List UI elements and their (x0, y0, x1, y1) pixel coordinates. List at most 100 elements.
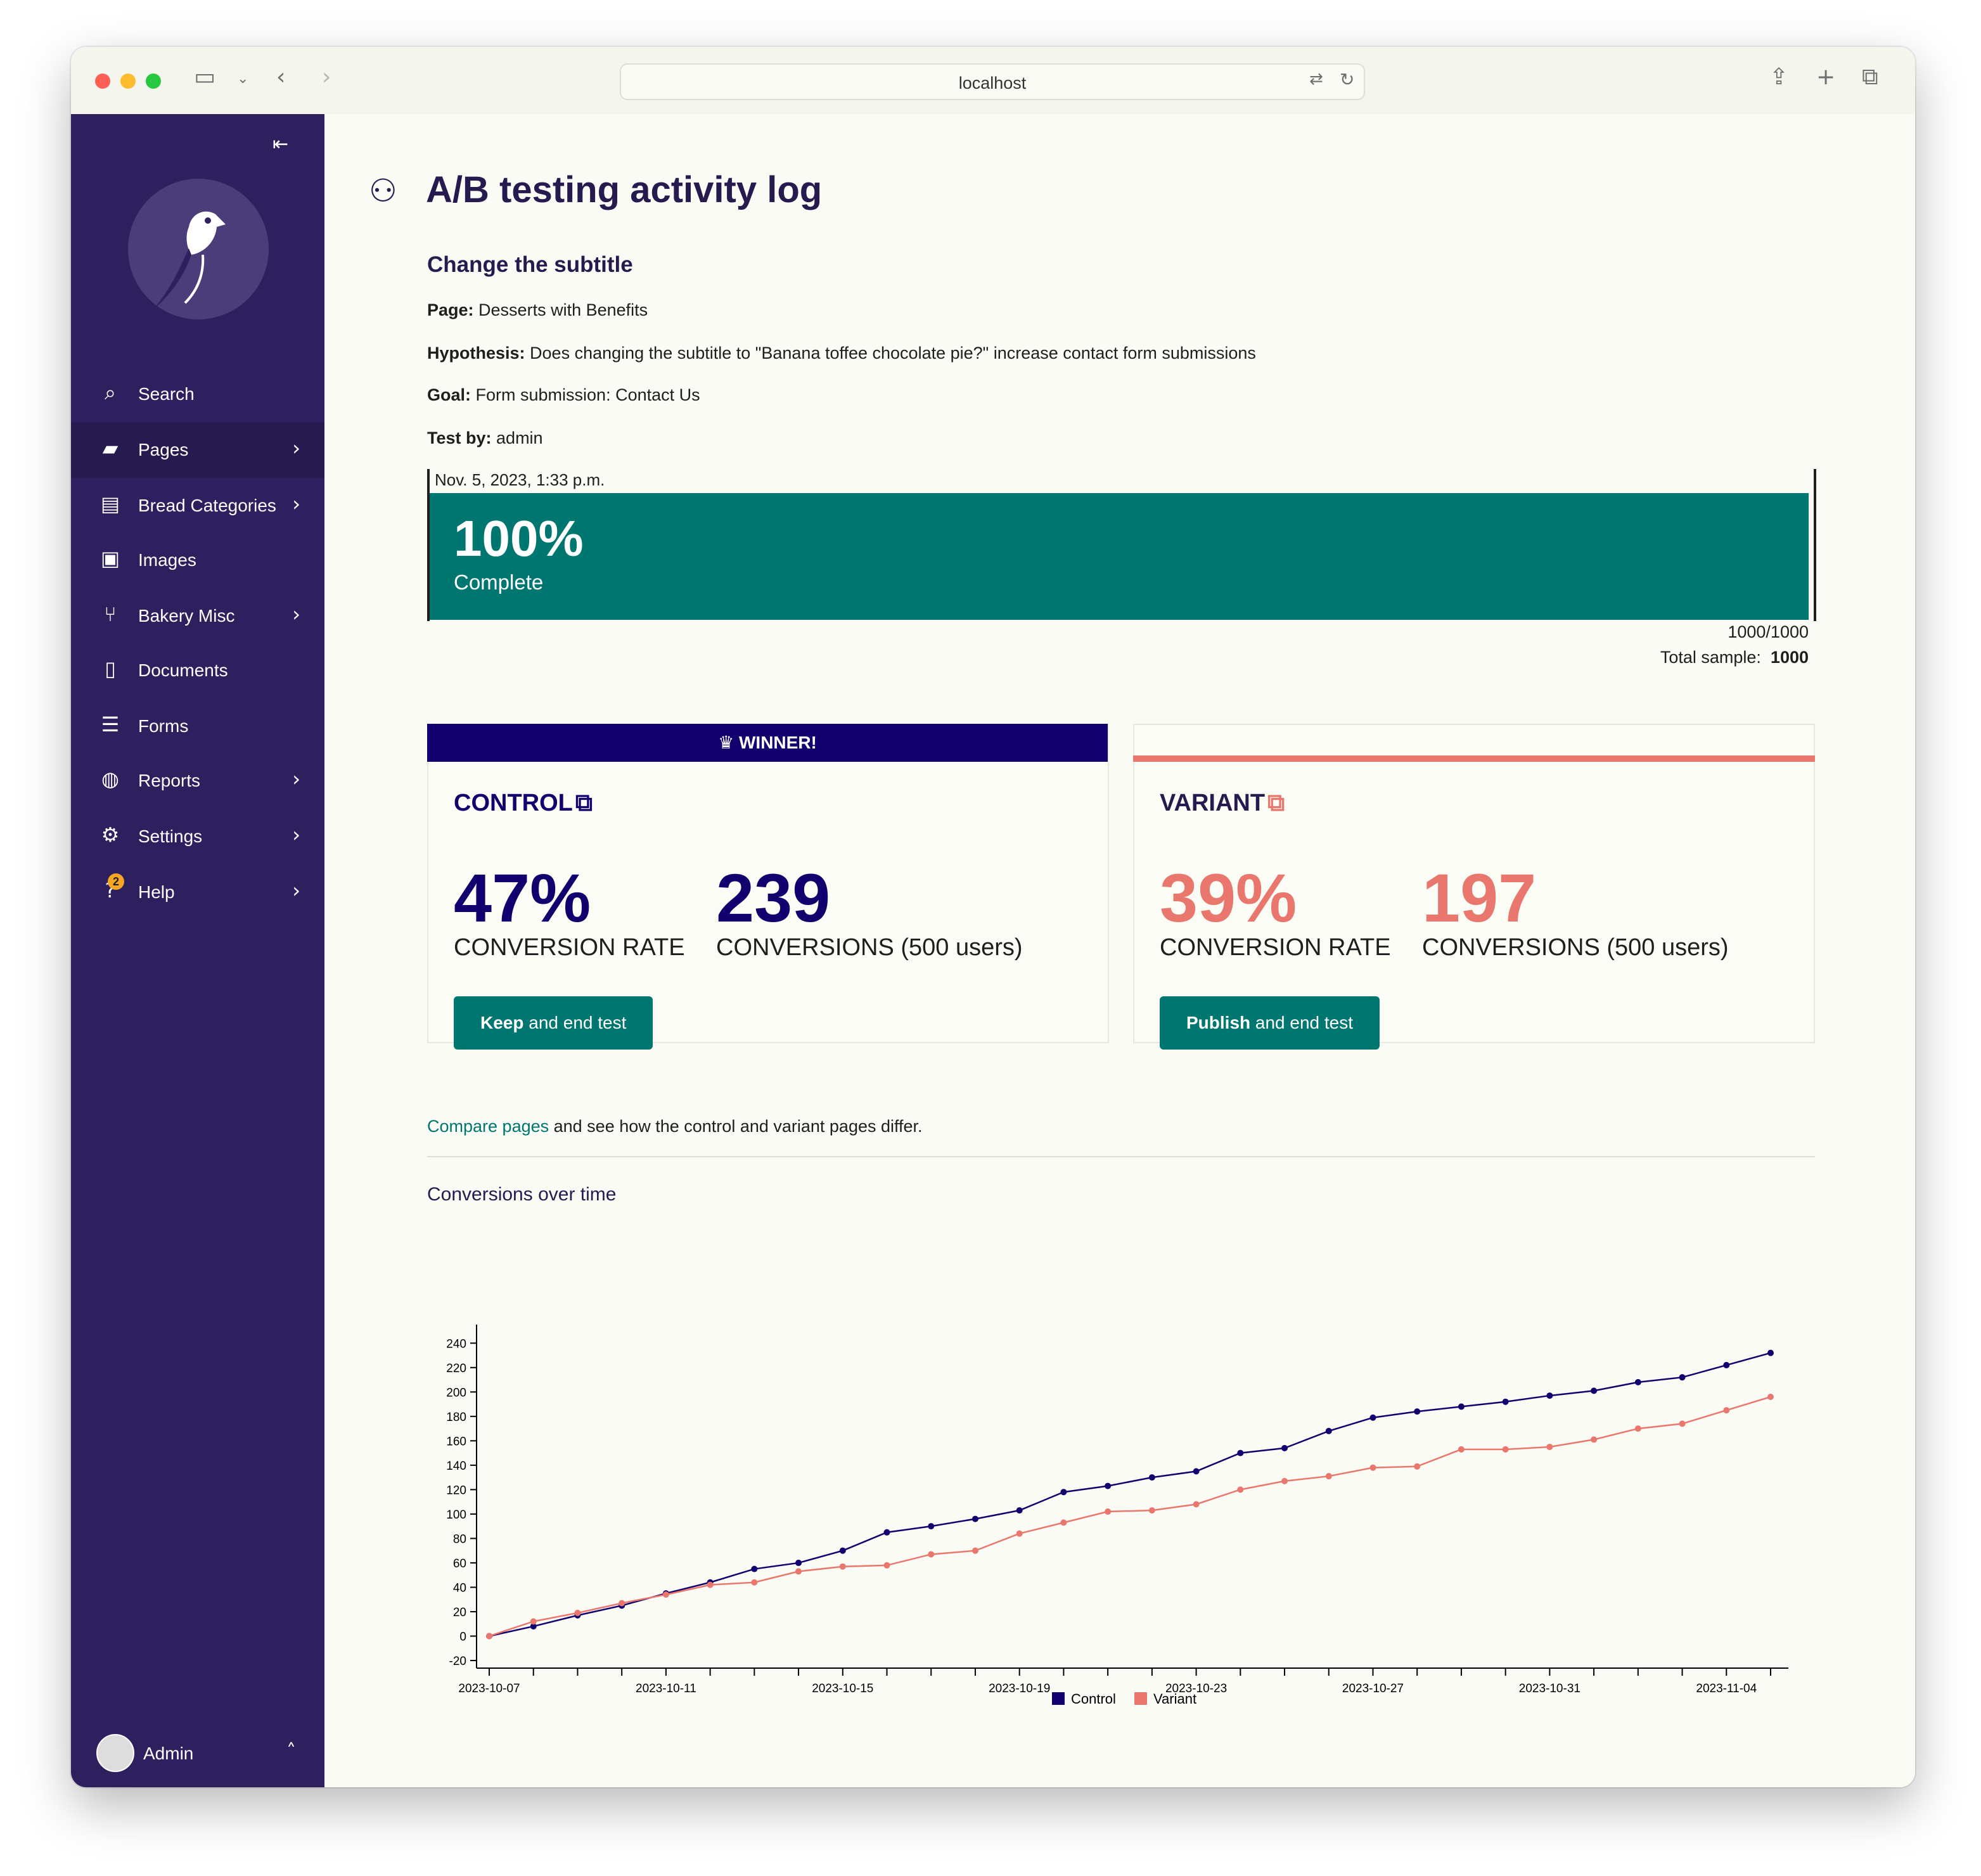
help-notification-badge: 2 (108, 873, 124, 890)
sidebar-item-settings[interactable]: ⚙ Settings › (71, 809, 324, 864)
data-point-control (971, 1515, 978, 1522)
collapse-sidebar-icon[interactable]: ⇤ (272, 133, 288, 155)
x-tick-label: 2023-10-07 (458, 1682, 520, 1695)
data-point-control (795, 1559, 802, 1566)
data-point-variant (1502, 1446, 1509, 1453)
meta-goal: Goal: Form submission: Contact Us (427, 385, 700, 405)
data-point-control (883, 1529, 890, 1536)
data-point-control (1016, 1507, 1023, 1514)
data-point-variant (928, 1551, 935, 1558)
chevron-right-icon: › (292, 823, 300, 847)
y-tick-label: 180 (446, 1411, 466, 1424)
x-tick-label: 2023-10-11 (636, 1682, 696, 1695)
legend-swatch-variant (1134, 1692, 1147, 1705)
button-strong-text: Publish (1186, 1013, 1251, 1032)
sidebar-item-bread-categories[interactable]: ▤ Bread Categories › (71, 478, 324, 534)
data-point-variant (530, 1618, 537, 1625)
publish-and-end-test-button[interactable]: Publish and end test (1160, 996, 1380, 1050)
meta-hypothesis: Hypothesis: Does changing the subtitle t… (427, 344, 1256, 363)
progress-bar: 100% Complete (430, 493, 1809, 620)
avatar[interactable] (96, 1734, 134, 1772)
y-tick-label: 200 (446, 1386, 466, 1399)
button-rest-text: and end test (523, 1013, 627, 1032)
meta-value: Does changing the subtitle to "Banana to… (530, 344, 1256, 363)
variant-title-text: VARIANT (1160, 790, 1266, 816)
chevron-up-icon[interactable]: ˄ (286, 1740, 296, 1763)
reload-icon[interactable]: ↻ (1340, 71, 1354, 89)
total-sample-label: Total sample: (1660, 648, 1761, 667)
sidebar-item-search[interactable]: ⌕ Search (71, 366, 324, 422)
address-bar[interactable]: localhost ⇄ ↻ (620, 63, 1365, 100)
x-tick-label: 2023-11-04 (1696, 1682, 1757, 1695)
variant-conversions-label: CONVERSIONS (500 users) (1422, 934, 1729, 961)
progress-percent: 100% (454, 510, 584, 567)
chevron-down-icon[interactable]: ⌄ (237, 72, 248, 86)
new-tab-icon[interactable]: + (1816, 66, 1835, 89)
close-window-button[interactable] (95, 74, 110, 89)
legend-label-variant: Variant (1153, 1691, 1196, 1707)
sidebar-item-label: Pages (138, 440, 189, 459)
data-point-variant (1237, 1486, 1244, 1493)
compare-text: Compare pages and see how the control an… (427, 1117, 923, 1136)
suitcase-icon: ▤ (100, 492, 120, 516)
data-point-variant (619, 1600, 625, 1607)
sidebar-item-forms[interactable]: ☰ Forms (71, 698, 324, 754)
chevron-right-icon: › (292, 602, 300, 626)
sidebar-item-pages[interactable]: ▰ Pages › (71, 422, 324, 478)
sidebar-item-label: Documents (138, 660, 228, 680)
external-link-icon[interactable]: ⧉ (1267, 788, 1285, 816)
data-point-variant (1591, 1436, 1598, 1443)
button-strong-text: Keep (480, 1013, 524, 1032)
y-tick-label: 0 (459, 1630, 466, 1643)
sidebar-item-images[interactable]: ▣ Images (71, 532, 324, 588)
y-tick-label: 220 (446, 1362, 466, 1375)
y-tick-label: 80 (453, 1532, 466, 1546)
data-point-variant (574, 1609, 581, 1616)
account-name[interactable]: Admin (143, 1744, 193, 1764)
sidebar-item-label: Search (138, 384, 195, 404)
sidebar-toggle-icon[interactable]: ▭ (194, 66, 215, 89)
test-name: Change the subtitle (427, 252, 633, 277)
translate-icon[interactable]: ⇄ (1309, 71, 1323, 87)
data-point-variant (883, 1562, 890, 1569)
meta-value: admin (496, 428, 543, 447)
data-point-variant (839, 1563, 846, 1570)
variant-conversion-rate: 39% (1160, 859, 1297, 936)
data-point-variant (486, 1633, 492, 1640)
y-tick-label: 140 (446, 1460, 466, 1473)
data-point-control (1060, 1489, 1067, 1496)
data-point-variant (795, 1568, 802, 1575)
share-icon[interactable]: ⇪ (1769, 66, 1788, 89)
sidebar-item-help[interactable]: ? 2 Help › (71, 864, 324, 920)
tabs-overview-icon[interactable]: ⧉ (1862, 66, 1878, 89)
sidebar-item-reports[interactable]: ◍ Reports › (71, 753, 324, 809)
control-card: CONTROL ⧉ 47% CONVERSION RATE 239 CONVERS… (427, 724, 1109, 1050)
variant-conversions: 197 (1422, 859, 1537, 936)
forward-icon[interactable]: › (322, 66, 331, 89)
back-icon[interactable]: ‹ (276, 66, 285, 89)
sidebar-item-documents[interactable]: ▯ Documents (71, 643, 324, 698)
data-point-variant (1325, 1473, 1332, 1480)
data-point-variant (1723, 1407, 1730, 1414)
zoom-window-button[interactable] (146, 74, 161, 89)
data-point-variant (1148, 1507, 1155, 1514)
wagtail-logo[interactable] (128, 179, 269, 319)
meta-label: Hypothesis: (427, 344, 525, 363)
chevron-right-icon: › (292, 767, 300, 791)
legend-label-control: Control (1071, 1691, 1116, 1707)
ab-test-icon: ⚇ (369, 172, 397, 209)
sidebar-item-bakery-misc[interactable]: ⑂ Bakery Misc › (71, 588, 324, 644)
x-tick-label: 2023-10-31 (1519, 1682, 1580, 1695)
document-icon: ▯ (105, 657, 116, 681)
meta-value: Form submission: Contact Us (475, 385, 700, 404)
data-point-variant (1414, 1463, 1421, 1470)
meta-label: Page: (427, 300, 474, 319)
variant-title[interactable]: VARIANT ⧉ (1160, 788, 1285, 817)
minimize-window-button[interactable] (120, 74, 136, 89)
button-rest-text: and end test (1250, 1013, 1354, 1032)
compare-pages-link[interactable]: Compare pages (427, 1117, 549, 1136)
folder-open-icon: ▰ (102, 436, 119, 460)
control-title[interactable]: CONTROL ⧉ (454, 788, 593, 817)
external-link-icon[interactable]: ⧉ (575, 788, 593, 816)
keep-and-end-test-button[interactable]: Keep and end test (454, 996, 653, 1050)
